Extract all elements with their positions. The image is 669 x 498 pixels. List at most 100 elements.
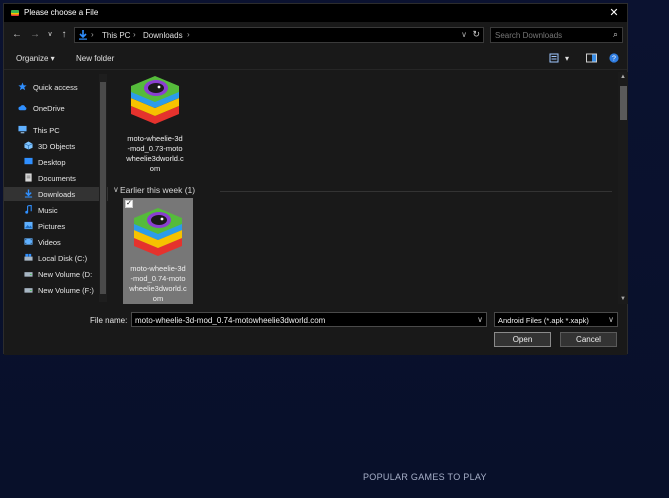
recent-locations-button[interactable]: ∨: [43, 28, 57, 42]
search-placeholder: Search Downloads: [495, 31, 563, 40]
file-name-line: om: [149, 164, 161, 173]
preview-pane-icon[interactable]: [586, 53, 597, 63]
navigation-pane: Quick access OneDrive This PC 3D Objects…: [4, 74, 108, 304]
breadcrumb-this-pc[interactable]: This PC: [102, 31, 130, 40]
sidebar-item-label: New Volume (F:): [38, 286, 94, 295]
file-list-scrollbar[interactable]: ▲ ▼: [618, 72, 628, 304]
disk-icon: [24, 272, 33, 277]
selection-checkbox[interactable]: ✓: [125, 200, 133, 208]
document-icon: [25, 173, 32, 182]
file-name-panel: File name: moto-wheelie-3d-mod_0.74-moto…: [4, 304, 627, 355]
downloads-arrow-icon: [79, 30, 87, 40]
file-chooser-dialog: Please choose a File ✕ ← → ∨ ↑ › This PC…: [3, 3, 628, 355]
search-box[interactable]: Search Downloads ⌕: [490, 27, 623, 43]
file-name-line: -mod_0.73-moto: [127, 144, 183, 153]
file-name-line: om: [152, 294, 164, 303]
file-type-dropdown-icon[interactable]: ∨: [608, 315, 614, 324]
back-button[interactable]: ←: [10, 28, 24, 42]
help-icon[interactable]: ?: [609, 53, 619, 63]
video-icon: [24, 238, 33, 245]
sidebar-item-this-pc[interactable]: This PC: [4, 123, 108, 137]
pc-icon: [18, 125, 27, 134]
sidebar-scrollbar-thumb[interactable]: [100, 82, 106, 294]
breadcrumb-downloads[interactable]: Downloads: [143, 31, 183, 40]
sidebar-item-documents[interactable]: Documents: [4, 171, 108, 185]
file-type-value: Android Files (*.apk *.xapk): [498, 316, 589, 325]
picture-icon: [24, 221, 33, 230]
sidebar-item-label: Downloads: [38, 190, 76, 199]
svg-text:?: ?: [612, 56, 616, 63]
sidebar-item-pictures[interactable]: Pictures: [4, 219, 108, 233]
disk-icon: [24, 288, 33, 293]
address-bar[interactable]: › This PC › Downloads › ∨ ↻: [74, 27, 484, 43]
download-icon: [24, 189, 33, 198]
scroll-up-arrow-icon[interactable]: ▲: [618, 74, 628, 80]
sidebar-item-videos[interactable]: Videos: [4, 235, 108, 249]
sidebar-item-new-volume-f[interactable]: New Volume (F:): [4, 283, 108, 297]
sidebar-item-label: Pictures: [38, 222, 66, 231]
app-logo-icon: [11, 10, 19, 16]
cube-icon: [24, 141, 33, 150]
group-header[interactable]: Earlier this week (1): [120, 185, 195, 195]
file-name-line: wheelie3dworld.c: [129, 284, 187, 293]
dialog-title: Please choose a File: [24, 8, 99, 17]
search-icon[interactable]: ⌕: [613, 29, 618, 40]
group-collapse-chevron-icon[interactable]: ∨: [113, 185, 119, 194]
forward-button[interactable]: →: [28, 28, 42, 42]
sidebar-item-label: Documents: [38, 174, 76, 183]
sidebar-item-local-disk-c[interactable]: Local Disk (C:): [4, 251, 108, 265]
file-name-line: wheelie3dworld.c: [126, 154, 184, 163]
sidebar-item-music[interactable]: Music: [4, 203, 108, 217]
file-name-input[interactable]: moto-wheelie-3d-mod_0.74-motowheelie3dwo…: [131, 312, 487, 327]
navigation-bar: ← → ∨ ↑ › This PC › Downloads › ∨ ↻ Sear…: [4, 24, 627, 48]
breadcrumb-separator: ›: [91, 30, 94, 39]
desktop-icon: [24, 157, 33, 165]
sidebar-item-label: New Volume (D:: [38, 270, 93, 279]
sidebar-item-onedrive[interactable]: OneDrive: [4, 101, 108, 115]
sidebar-item-label: OneDrive: [33, 104, 65, 113]
cloud-icon: [18, 105, 27, 111]
up-button[interactable]: ↑: [57, 28, 71, 42]
background-caption: POPULAR GAMES TO PLAY: [363, 472, 487, 482]
view-dropdown-icon[interactable]: ▾: [565, 54, 569, 63]
breadcrumb-separator: ›: [187, 30, 190, 39]
file-name-line: -mod_0.74-moto: [130, 274, 186, 283]
sidebar-item-desktop[interactable]: Desktop: [4, 155, 108, 169]
sidebar-item-label: Local Disk (C:): [38, 254, 88, 263]
star-icon: [18, 82, 27, 91]
sidebar-item-label: Desktop: [38, 158, 66, 167]
refresh-icon[interactable]: ↻: [472, 29, 480, 40]
file-name-label: File name:: [90, 316, 128, 325]
disk-icon: [24, 253, 33, 261]
sidebar-item-label: This PC: [33, 126, 60, 135]
sidebar-item-downloads[interactable]: Downloads: [4, 187, 108, 201]
file-name-line: moto-wheelie-3d: [127, 134, 183, 143]
organize-button[interactable]: Organize ▾: [16, 54, 55, 63]
music-icon: [25, 205, 32, 214]
sidebar-item-3d-objects[interactable]: 3D Objects: [4, 139, 108, 153]
scroll-down-arrow-icon[interactable]: ▼: [618, 296, 628, 302]
group-divider: [220, 191, 612, 192]
sidebar-item-label: Videos: [38, 238, 61, 247]
sidebar-scrollbar[interactable]: [99, 74, 107, 302]
sidebar-item-new-volume-d[interactable]: New Volume (D:: [4, 267, 108, 281]
sidebar-item-label: Music: [38, 206, 58, 215]
file-list-scrollbar-thumb[interactable]: [620, 86, 627, 120]
file-name-value: moto-wheelie-3d-mod_0.74-motowheelie3dwo…: [135, 316, 326, 325]
open-button[interactable]: Open: [494, 332, 551, 347]
cancel-button[interactable]: Cancel: [560, 332, 617, 347]
file-type-select[interactable]: Android Files (*.apk *.xapk) ∨: [494, 312, 618, 327]
title-bar: Please choose a File ✕: [4, 4, 627, 22]
sidebar-item-label: Quick access: [33, 83, 78, 92]
sidebar-item-label: 3D Objects: [38, 142, 76, 151]
new-folder-button[interactable]: New folder: [76, 54, 114, 63]
command-toolbar: Organize ▾ New folder ▾ ?: [4, 48, 627, 70]
file-list: moto-wheelie-3d -mod_0.73-moto wheelie3d…: [110, 72, 618, 304]
file-name-dropdown-icon[interactable]: ∨: [477, 315, 483, 324]
view-options-icon[interactable]: [549, 53, 559, 63]
file-name-line: moto-wheelie-3d: [130, 264, 186, 273]
address-dropdown-icon[interactable]: ∨: [461, 30, 467, 39]
breadcrumb-separator: ›: [133, 30, 136, 39]
close-button[interactable]: ✕: [607, 6, 621, 20]
sidebar-item-quick-access[interactable]: Quick access: [4, 80, 108, 94]
